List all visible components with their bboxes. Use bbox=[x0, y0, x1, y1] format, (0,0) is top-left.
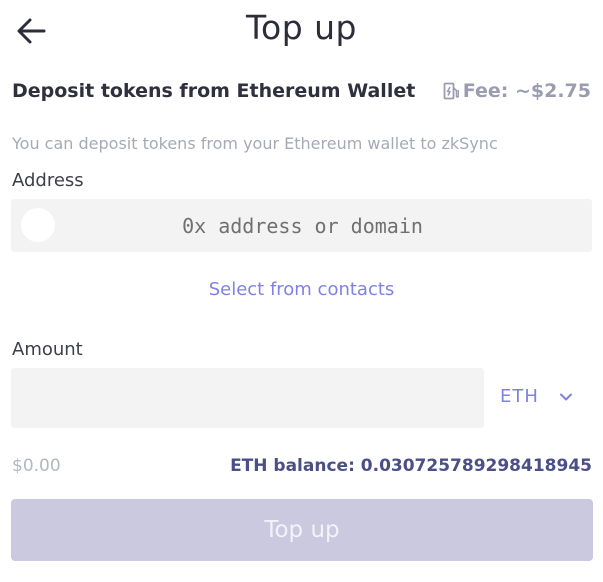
token-select[interactable]: ETH bbox=[500, 386, 573, 407]
amount-label: Amount bbox=[12, 339, 83, 360]
deposit-description: You can deposit tokens from your Ethereu… bbox=[12, 134, 498, 153]
top-up-button[interactable]: Top up bbox=[11, 499, 593, 561]
page-title: Top up bbox=[245, 8, 358, 47]
chevron-down-icon bbox=[559, 390, 573, 404]
token-label: ETH bbox=[500, 386, 539, 407]
gas-pump-icon bbox=[443, 82, 459, 100]
fee-label: Fee: ~$2.75 bbox=[462, 80, 591, 102]
amount-input[interactable] bbox=[22, 368, 472, 428]
address-input[interactable] bbox=[70, 199, 535, 252]
eth-balance[interactable]: ETH balance: 0.030725789298418945 bbox=[230, 456, 592, 476]
deposit-title: Deposit tokens from Ethereum Wallet bbox=[12, 80, 416, 102]
address-avatar bbox=[21, 208, 55, 242]
fee-indicator: Fee: ~$2.75 bbox=[443, 80, 591, 102]
usd-value: $0.00 bbox=[12, 456, 61, 476]
select-from-contacts-link[interactable]: Select from contacts bbox=[0, 279, 603, 300]
address-label: Address bbox=[12, 170, 84, 191]
